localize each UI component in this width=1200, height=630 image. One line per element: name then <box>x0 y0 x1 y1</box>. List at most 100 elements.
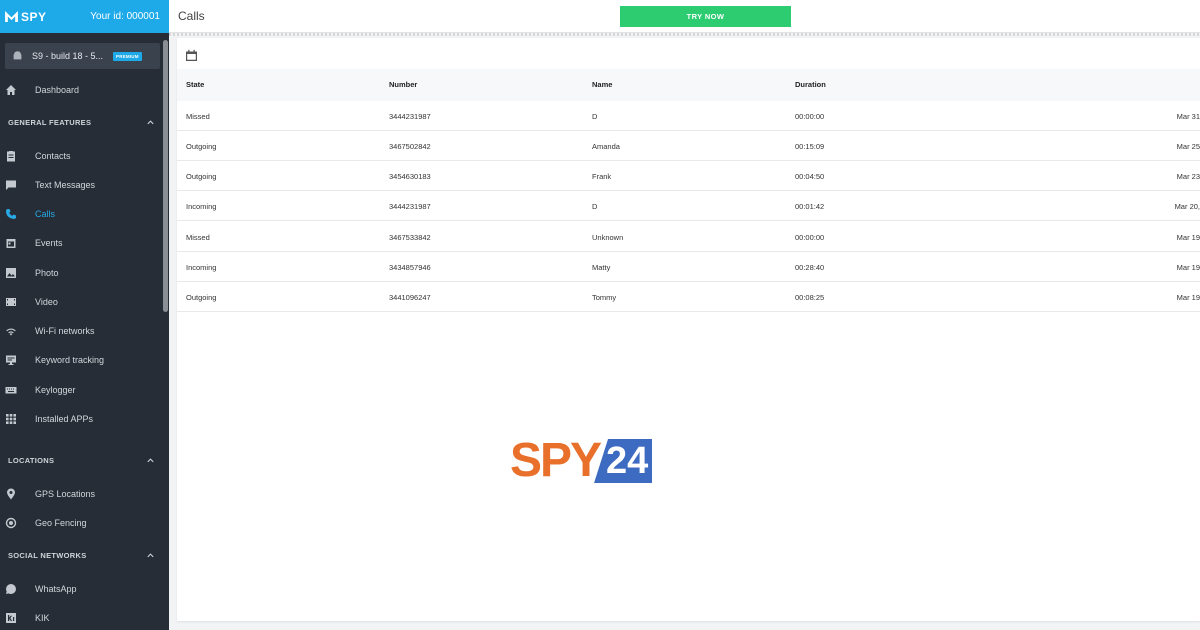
sidebar-item-video[interactable]: Video <box>0 290 163 314</box>
calendar-filter-icon[interactable] <box>185 49 198 62</box>
column-header-number[interactable]: Number <box>389 80 417 89</box>
watermark-spy-text: SPY <box>510 434 602 487</box>
table-row[interactable]: Missed 3444231987 D 00:00:00 Mar 31 <box>177 101 1200 131</box>
grid-icon <box>5 413 17 425</box>
cell-date: Mar 31 <box>1176 112 1200 121</box>
sidebar-item-label: GPS Locations <box>35 489 96 499</box>
sidebar-item-label: Geo Fencing <box>35 518 87 528</box>
cell-date: Mar 19 <box>1176 293 1200 302</box>
sidebar-item-dashboard[interactable]: Dashboard <box>0 78 163 102</box>
sidebar-item-calls[interactable]: Calls <box>0 202 163 226</box>
kik-icon <box>5 612 17 624</box>
chevron-up-icon <box>147 553 154 558</box>
table-header: State Number Name Duration <box>177 69 1200 101</box>
cell-state: Outgoing <box>186 142 217 151</box>
cell-duration: 00:04:50 <box>795 172 825 181</box>
dotted-divider <box>169 33 1200 36</box>
sidebar-item-whatsapp[interactable]: WhatsApp <box>0 577 163 601</box>
cell-name: Matty <box>592 263 611 272</box>
app-logo[interactable]: SPY <box>5 10 47 24</box>
calendar-icon <box>5 237 17 249</box>
cell-date: Mar 19 <box>1176 233 1200 242</box>
calls-card: State Number Name Duration Missed 344423… <box>177 38 1200 621</box>
table-row[interactable]: Incoming 3444231987 D 00:01:42 Mar 20, <box>177 191 1200 221</box>
table-row[interactable]: Outgoing 3467502842 Amanda 00:15:09 Mar … <box>177 131 1200 161</box>
cell-number: 3441096247 <box>389 293 431 302</box>
sidebar-item-wifi[interactable]: Wi-Fi networks <box>0 319 163 343</box>
keyboard-icon <box>5 384 17 396</box>
sidebar-item-label: Installed APPs <box>35 414 94 424</box>
cell-state: Incoming <box>186 202 217 211</box>
cell-date: Mar 20, <box>1174 202 1200 211</box>
cell-number: 3454630183 <box>389 172 431 181</box>
clipboard-icon <box>5 150 17 162</box>
cell-name: Tommy <box>592 293 617 302</box>
phone-icon <box>5 208 17 220</box>
sidebar: SPY Your id: 000001 S9 - build 18 - 5...… <box>0 0 169 630</box>
sidebar-item-text-messages[interactable]: Text Messages <box>0 173 163 197</box>
device-name: S9 - build 18 - 5... <box>32 51 104 61</box>
sidebar-item-label: Calls <box>35 209 56 219</box>
table-row[interactable]: Outgoing 3454630183 Frank 00:04:50 Mar 2… <box>177 161 1200 191</box>
section-social-networks[interactable]: SOCIAL NETWORKS <box>8 551 155 560</box>
section-general-features[interactable]: GENERAL FEATURES <box>8 118 155 127</box>
sidebar-item-geo-fencing[interactable]: Geo Fencing <box>0 511 163 535</box>
sidebar-scrollbar[interactable] <box>163 40 168 312</box>
sidebar-item-gps-locations[interactable]: GPS Locations <box>0 482 163 506</box>
column-header-name[interactable]: Name <box>592 80 612 89</box>
brand-bar: SPY Your id: 000001 <box>0 0 169 33</box>
sidebar-item-label: Wi-Fi networks <box>35 326 95 336</box>
page-title: Calls <box>178 9 205 23</box>
sidebar-item-label: WhatsApp <box>35 584 77 594</box>
device-selector[interactable]: S9 - build 18 - 5... PREMIUM <box>5 43 160 69</box>
sidebar-item-events[interactable]: Events <box>0 231 163 255</box>
sidebar-item-label: Dashboard <box>35 85 80 95</box>
chevron-up-icon <box>147 120 154 125</box>
chevron-up-icon <box>147 458 154 463</box>
message-icon <box>5 179 17 191</box>
sidebar-item-label: Contacts <box>35 151 71 161</box>
try-now-button[interactable]: TRY NOW <box>620 6 791 27</box>
map-pin-icon <box>5 488 17 500</box>
cell-number: 3434857946 <box>389 263 431 272</box>
watermark-24-text: 24 <box>594 439 653 483</box>
table-row[interactable]: Outgoing 3441096247 Tommy 00:08:25 Mar 1… <box>177 282 1200 312</box>
spy24-watermark-logo: SPY 24 <box>510 434 653 487</box>
cell-duration: 00:08:25 <box>795 293 825 302</box>
image-icon <box>5 267 17 279</box>
sidebar-item-label: KIK <box>35 613 50 623</box>
sidebar-item-installed-apps[interactable]: Installed APPs <box>0 407 163 431</box>
film-icon <box>5 296 17 308</box>
cell-date: Mar 25 <box>1176 142 1200 151</box>
cell-duration: 00:01:42 <box>795 202 825 211</box>
sidebar-item-contacts[interactable]: Contacts <box>0 144 163 168</box>
table-row[interactable]: Incoming 3434857946 Matty 00:28:40 Mar 1… <box>177 252 1200 282</box>
sidebar-item-label: Text Messages <box>35 180 96 190</box>
sidebar-item-keyword-tracking[interactable]: Keyword tracking <box>0 348 163 372</box>
cell-number: 3444231987 <box>389 112 431 121</box>
cell-duration: 00:15:09 <box>795 142 825 151</box>
cell-number: 3444231987 <box>389 202 431 211</box>
cell-duration: 00:00:00 <box>795 112 825 121</box>
cell-number: 3467502842 <box>389 142 431 151</box>
sidebar-item-keylogger[interactable]: Keylogger <box>0 378 163 402</box>
user-id: Your id: 000001 <box>90 11 160 22</box>
sidebar-item-label: Photo <box>35 268 59 278</box>
sidebar-item-label: Video <box>35 297 58 307</box>
cell-duration: 00:00:00 <box>795 233 825 242</box>
cell-duration: 00:28:40 <box>795 263 825 272</box>
sidebar-item-kik[interactable]: KIK <box>0 606 163 630</box>
cell-name: Unknown <box>592 233 624 242</box>
whatsapp-icon <box>5 583 17 595</box>
sidebar-item-photo[interactable]: Photo <box>0 261 163 285</box>
column-header-duration[interactable]: Duration <box>795 80 826 89</box>
cell-number: 3467533842 <box>389 233 431 242</box>
cell-name: D <box>592 202 598 211</box>
table-row[interactable]: Missed 3467533842 Unknown 00:00:00 Mar 1… <box>177 222 1200 252</box>
cell-state: Missed <box>186 233 210 242</box>
sidebar-item-label: Events <box>35 238 63 248</box>
monitor-icon <box>5 354 17 366</box>
section-locations[interactable]: LOCATIONS <box>8 456 155 465</box>
column-header-state[interactable]: State <box>186 80 204 89</box>
cell-state: Missed <box>186 112 210 121</box>
